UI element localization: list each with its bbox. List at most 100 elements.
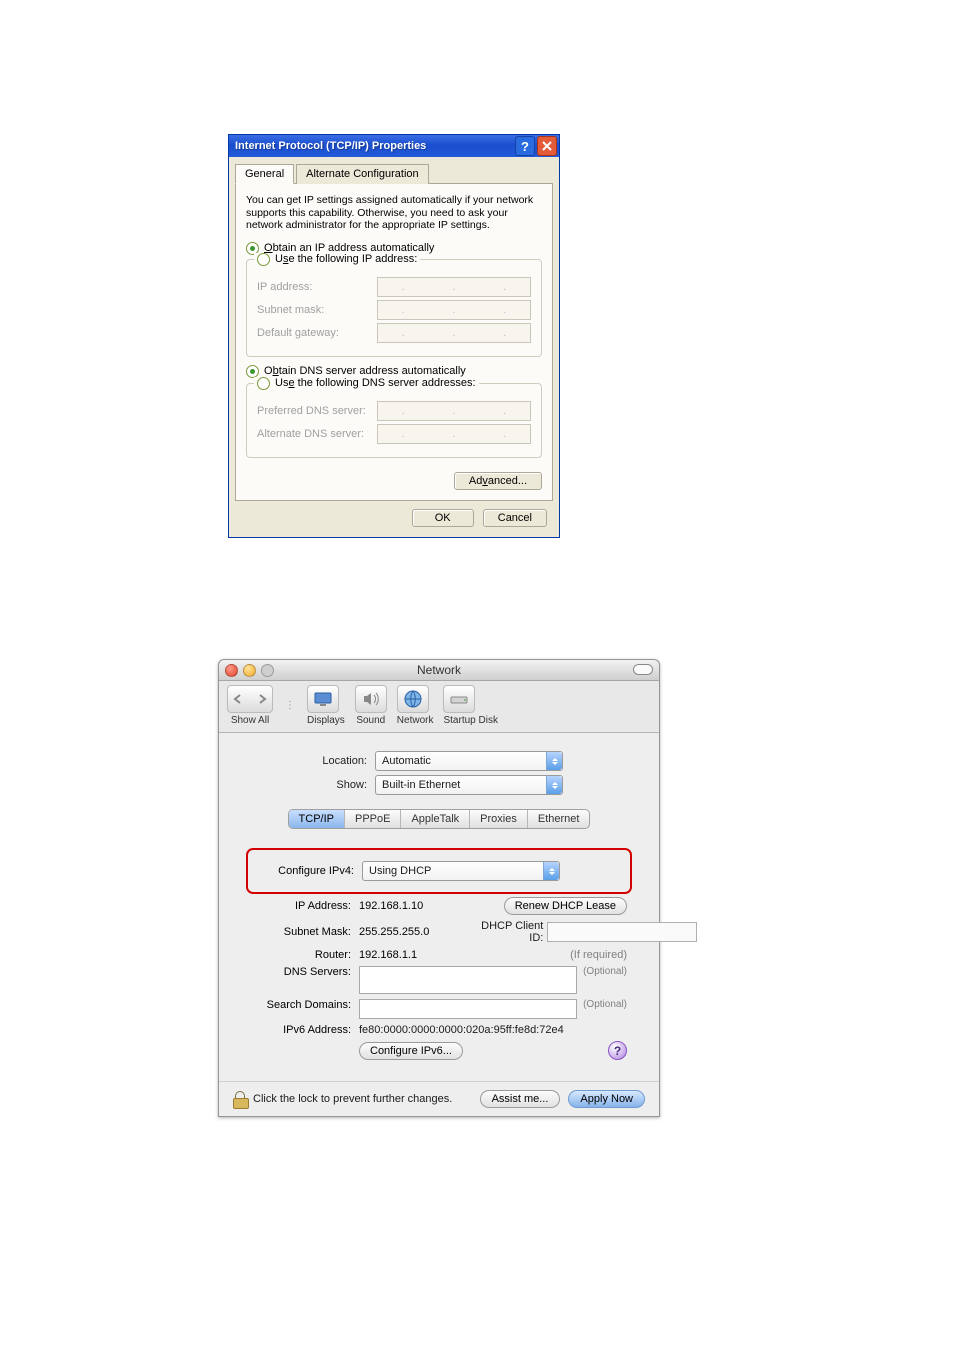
radio-use-dns[interactable]: Use the following DNS server addresses: … <box>254 377 479 390</box>
tab-tcpip[interactable]: TCP/IP <box>289 810 345 828</box>
tcpip-panel: Configure IPv4: Using DHCP IP Address: 1… <box>237 839 641 1071</box>
tcpip-properties-dialog: Internet Protocol (TCP/IP) Properties ? … <box>228 134 560 538</box>
search-domains-label: Search Domains: <box>251 999 359 1011</box>
tab-proxies[interactable]: Proxies <box>470 810 528 828</box>
row-ip-address: IP Address: 192.168.1.10 Renew DHCP Leas… <box>251 897 627 915</box>
toolbar-startup-disk[interactable]: Startup Disk <box>443 685 497 726</box>
toolbar-back-forward[interactable]: Show All <box>227 685 273 726</box>
configure-ipv6-button[interactable]: Configure IPv6... <box>359 1042 463 1060</box>
row-show: Show: Built-in Ethernet <box>237 775 641 795</box>
mac-subnet-value: 255.255.255.0 <box>359 926 479 938</box>
ip-address-input[interactable]: ... <box>377 277 531 297</box>
ok-button[interactable]: OK <box>412 509 474 527</box>
toolbar-separator: ⋮ <box>283 700 297 711</box>
mac-ip-label: IP Address: <box>251 900 359 912</box>
ip-address-label: IP address: <box>257 281 377 293</box>
show-label: Show: <box>237 779 375 791</box>
alt-dns-input[interactable]: ... <box>377 424 531 444</box>
row-search-domains: Search Domains: (Optional) <box>251 999 627 1019</box>
tab-ethernet[interactable]: Ethernet <box>528 810 590 828</box>
pref-dns-input[interactable]: ... <box>377 401 531 421</box>
close-icon <box>542 141 552 151</box>
row-location: Location: Automatic <box>237 751 641 771</box>
xp-tabstrip: General Alternate Configuration <box>235 163 553 184</box>
if-required-label: (If required) <box>570 949 627 961</box>
mac-tabstrip: TCP/IP PPPoE AppleTalk Proxies Ethernet <box>288 809 591 829</box>
row-configure-ipv4: Configure IPv4: Using DHCP <box>254 861 624 881</box>
row-alt-dns: Alternate DNS server: ... <box>257 424 531 444</box>
lock-icon[interactable] <box>233 1090 247 1108</box>
toolbar-startup-label: Startup Disk <box>443 715 497 726</box>
radio-icon <box>257 377 270 390</box>
network-icon <box>403 689 423 709</box>
dhcp-client-id-label: DHCP Client ID: <box>479 920 543 944</box>
popup-arrows-icon <box>543 862 559 880</box>
toolbar-displays-label: Displays <box>307 715 345 726</box>
dhcp-client-id-input[interactable] <box>547 922 697 942</box>
dns-servers-label: DNS Servers: <box>251 966 359 978</box>
displays-icon <box>313 691 333 707</box>
cancel-button[interactable]: Cancel <box>483 509 547 527</box>
mac-network-window: Network Show All ⋮ Displays Sound Networ… <box>218 659 660 1117</box>
mac-ip-value: 192.168.1.10 <box>359 900 479 912</box>
ip-group: Use the following IP address: Use the fo… <box>246 259 542 357</box>
close-button[interactable] <box>537 136 557 156</box>
xp-body: General Alternate Configuration You can … <box>229 157 559 537</box>
toolbar-network[interactable]: Network <box>397 685 434 726</box>
assist-me-button[interactable]: Assist me... <box>480 1090 561 1108</box>
advanced-button[interactable]: Advanced...Advanced... <box>454 472 542 490</box>
toolbar-sound[interactable]: Sound <box>355 685 387 726</box>
tab-pppoe[interactable]: PPPoE <box>345 810 401 828</box>
location-popup[interactable]: Automatic <box>375 751 563 771</box>
lock-text: Click the lock to prevent further change… <box>253 1093 452 1105</box>
xp-titlebar: Internet Protocol (TCP/IP) Properties ? <box>229 135 559 157</box>
row-configure-ipv6: Configure IPv6... ? <box>251 1041 627 1060</box>
mac-toolbar: Show All ⋮ Displays Sound Network Startu… <box>219 681 659 733</box>
tab-appletalk[interactable]: AppleTalk <box>401 810 470 828</box>
mac-titlebar: Network <box>219 660 659 681</box>
renew-dhcp-button[interactable]: Renew DHCP Lease <box>504 897 627 915</box>
show-popup[interactable]: Built-in Ethernet <box>375 775 563 795</box>
toolbar-sound-label: Sound <box>356 715 385 726</box>
tab-general[interactable]: General <box>235 164 294 184</box>
row-ip-address: IP address: ... <box>257 277 531 297</box>
help-button[interactable]: ? <box>515 136 535 156</box>
configure-ipv4-popup[interactable]: Using DHCP <box>362 861 560 881</box>
mac-router-label: Router: <box>251 949 359 961</box>
show-value: Built-in Ethernet <box>382 779 460 791</box>
radio-use-ip[interactable]: Use the following IP address: Use the fo… <box>254 253 420 266</box>
row-gateway: Default gateway: ... <box>257 323 531 343</box>
mac-subnet-label: Subnet Mask: <box>251 926 359 938</box>
help-button[interactable]: ? <box>608 1041 627 1060</box>
xp-description: You can get IP settings assigned automat… <box>246 194 542 232</box>
optional-dns: (Optional) <box>583 966 627 977</box>
tab-alternate-config[interactable]: Alternate Configuration <box>296 164 429 184</box>
row-subnet: Subnet mask: ... <box>257 300 531 320</box>
subnet-input[interactable]: ... <box>377 300 531 320</box>
dns-servers-input[interactable] <box>359 966 577 994</box>
xp-footer: OK Cancel <box>235 501 553 527</box>
xp-title: Internet Protocol (TCP/IP) Properties <box>235 140 513 152</box>
ipv6-label: IPv6 Address: <box>251 1024 359 1036</box>
sound-icon <box>362 691 380 707</box>
configure-ipv4-value: Using DHCP <box>369 865 431 877</box>
gateway-label: Default gateway: <box>257 327 377 339</box>
row-ipv6: IPv6 Address: fe80:0000:0000:0000:020a:9… <box>251 1024 627 1036</box>
toolbar-toggle-button[interactable] <box>633 664 653 675</box>
subnet-label: Subnet mask: <box>257 304 377 316</box>
row-pref-dns: Preferred DNS server: ... <box>257 401 531 421</box>
mac-router-value: 192.168.1.1 <box>359 949 479 961</box>
search-domains-input[interactable] <box>359 999 577 1019</box>
gateway-input[interactable]: ... <box>377 323 531 343</box>
popup-arrows-icon <box>546 752 562 770</box>
alt-dns-label: Alternate DNS server: <box>257 428 377 440</box>
toolbar-show-all-label: Show All <box>231 715 269 726</box>
toolbar-displays[interactable]: Displays <box>307 685 345 726</box>
startup-disk-icon <box>449 691 469 707</box>
mac-window-title: Network <box>219 663 659 677</box>
mac-content: Location: Automatic Show: Built-in Ether… <box>219 733 659 1081</box>
row-dns-servers: DNS Servers: (Optional) <box>251 966 627 994</box>
optional-search: (Optional) <box>583 999 627 1010</box>
apply-now-button[interactable]: Apply Now <box>568 1090 645 1108</box>
radio-icon <box>257 253 270 266</box>
